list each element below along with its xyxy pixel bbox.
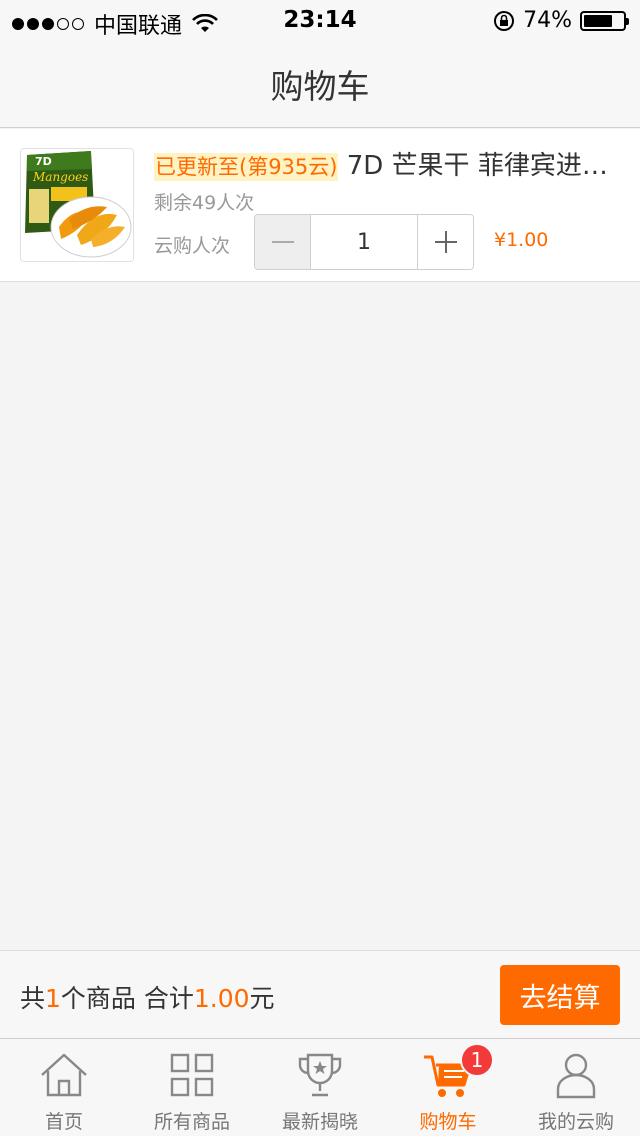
tab-bar: 首页 所有商品 最新揭晓 购物车 1 我的云购 bbox=[0, 1038, 640, 1136]
home-icon bbox=[41, 1053, 87, 1097]
quantity-input[interactable]: 1 bbox=[311, 215, 417, 269]
orientation-lock-icon bbox=[494, 10, 515, 31]
checkout-button[interactable]: 去结算 bbox=[500, 965, 620, 1025]
increase-button[interactable] bbox=[417, 215, 473, 269]
total-amount: 1.00 bbox=[193, 984, 250, 1013]
tab-label: 购物车 bbox=[419, 1111, 477, 1133]
item-count: 1 bbox=[45, 984, 61, 1013]
svg-text:7D: 7D bbox=[35, 155, 52, 168]
remaining-count: 剩余49人次 bbox=[154, 192, 255, 214]
summary-mid: 个商品 合计 bbox=[60, 984, 194, 1013]
summary-prefix: 共 bbox=[20, 984, 46, 1013]
product-thumbnail[interactable]: 7D Mangoes bbox=[20, 148, 134, 262]
package-brand-text: Mangoes bbox=[32, 170, 88, 184]
period-update-badge: 已更新至(第935云) bbox=[154, 153, 339, 181]
summary-bar: 共1个商品 合计1.00元 去结算 bbox=[0, 950, 640, 1038]
tab-home[interactable]: 首页 bbox=[0, 1039, 128, 1136]
cart-badge: 1 bbox=[460, 1043, 494, 1077]
battery-percent: 74% bbox=[523, 8, 572, 33]
plus-icon bbox=[434, 231, 457, 253]
user-icon bbox=[556, 1053, 596, 1099]
summary-suffix: 元 bbox=[249, 984, 275, 1013]
tab-my-account[interactable]: 我的云购 bbox=[512, 1039, 640, 1136]
item-price: ¥1.00 bbox=[494, 229, 549, 251]
product-name: 7D 芒果干 菲律宾进… bbox=[338, 151, 608, 181]
cart-item[interactable]: 7D Mangoes 已更新至(第935云) 7D 芒果干 菲律宾进… 剩余49… bbox=[0, 129, 640, 282]
product-title[interactable]: 已更新至(第935云) 7D 芒果干 菲律宾进… bbox=[154, 149, 624, 184]
tab-latest-results[interactable]: 最新揭晓 bbox=[256, 1039, 384, 1136]
battery-fill bbox=[584, 14, 613, 27]
tab-cart[interactable]: 购物车 1 bbox=[384, 1039, 512, 1136]
status-bar: 中国联通 23:14 74% bbox=[0, 0, 640, 40]
grid-icon bbox=[170, 1053, 214, 1097]
dried-mango-package-icon: 7D Mangoes bbox=[21, 149, 133, 261]
quantity-label: 云购人次 bbox=[154, 235, 231, 257]
tab-label: 首页 bbox=[44, 1111, 83, 1133]
minus-icon bbox=[271, 241, 294, 243]
tab-label: 最新揭晓 bbox=[281, 1111, 358, 1133]
quantity-stepper: 1 bbox=[254, 214, 474, 270]
page-title: 购物车 bbox=[270, 66, 370, 106]
trophy-icon bbox=[298, 1053, 342, 1097]
tab-label: 我的云购 bbox=[537, 1111, 614, 1133]
status-right: 74% bbox=[493, 8, 629, 33]
decrease-button[interactable] bbox=[255, 215, 311, 269]
tab-all-products[interactable]: 所有商品 bbox=[128, 1039, 256, 1136]
battery-icon bbox=[580, 10, 629, 31]
nav-bar: 购物车 bbox=[0, 40, 640, 128]
cart-summary: 共1个商品 合计1.00元 bbox=[20, 979, 275, 1015]
tab-label: 所有商品 bbox=[153, 1111, 230, 1133]
